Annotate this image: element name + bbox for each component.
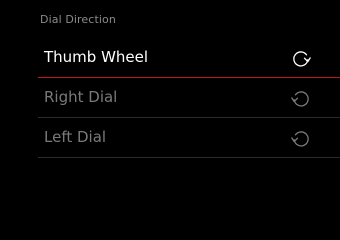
menu-item-label: Right Dial xyxy=(44,88,118,106)
page-title: Dial Direction xyxy=(40,13,116,26)
menu-item-label: Left Dial xyxy=(44,128,107,146)
menu-item-label: Thumb Wheel xyxy=(44,48,149,66)
dial-direction-screen: Dial Direction Thumb Wheel Right Dial Le… xyxy=(0,0,340,240)
rotate-clockwise-icon xyxy=(290,47,312,69)
menu-item-right-dial[interactable]: Right Dial xyxy=(38,78,340,118)
menu-list: Thumb Wheel Right Dial Left Dial xyxy=(38,38,340,158)
rotate-counterclockwise-icon xyxy=(290,127,312,149)
rotate-counterclockwise-icon xyxy=(290,87,312,109)
menu-item-left-dial[interactable]: Left Dial xyxy=(38,118,340,158)
menu-item-thumb-wheel[interactable]: Thumb Wheel xyxy=(38,38,340,78)
